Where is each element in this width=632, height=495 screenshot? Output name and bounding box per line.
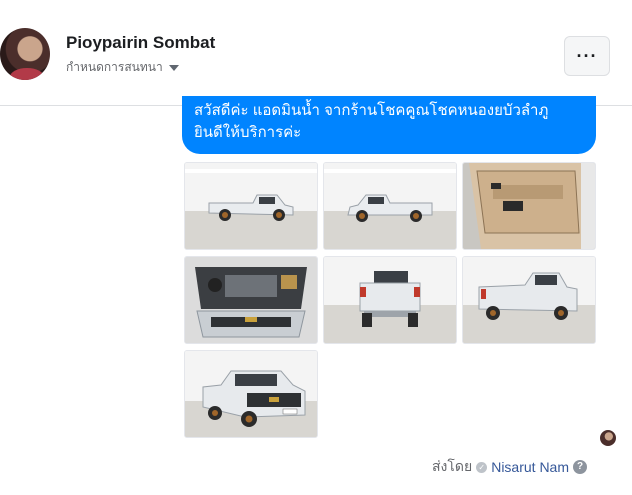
photo-door-interior[interactable] (462, 162, 596, 250)
more-options-button[interactable]: ··· (564, 36, 610, 76)
pickup-rear-image (324, 257, 456, 343)
door-interior-image (463, 163, 595, 249)
message-line-1: สวัสดีค่ะ แอดมินน้ำ จากร้านโชคคูณโชคหนอง… (194, 102, 549, 119)
contact-name[interactable]: Pioypairin Sombat (66, 33, 215, 53)
message-line-2: ยินดีให้บริการค่ะ (194, 124, 302, 141)
photo-pickup-rear[interactable] (323, 256, 457, 344)
seen-receipt-avatar (600, 430, 616, 446)
conversation-settings[interactable]: กำหนดการสนทนา (66, 58, 179, 77)
verified-check-icon: ✓ (476, 461, 488, 473)
conversation-settings-label: กำหนดการสนทนา (66, 60, 163, 74)
sent-by-row: ส่งโดย ✓ Nisarut Nam ? (432, 456, 587, 478)
sent-by-label: ส่งโดย (432, 458, 473, 474)
help-icon[interactable]: ? (573, 460, 587, 474)
pickup-side-image (185, 163, 317, 249)
engine-bay-image (185, 257, 317, 343)
pickup-front-quarter-image (185, 351, 317, 437)
photo-pickup-front-quarter[interactable] (184, 350, 318, 438)
pickup-rear-quarter-image (463, 257, 595, 343)
photo-pickup-rear-quarter[interactable] (462, 256, 596, 344)
photo-engine-bay[interactable] (184, 256, 318, 344)
sender-name-link[interactable]: Nisarut Nam (491, 459, 569, 475)
caret-down-icon (168, 65, 179, 71)
conversation-header: Pioypairin Sombat กำหนดการสนทนา ··· (0, 0, 632, 106)
photo-pickup-side-2[interactable] (323, 162, 457, 250)
message-bubble[interactable]: สวัสดีค่ะ แอดมินน้ำ จากร้านโชคคูณโชคหนอง… (182, 96, 596, 154)
photo-pickup-side-1[interactable] (184, 162, 318, 250)
contact-avatar[interactable] (0, 28, 50, 80)
pickup-side-image (324, 163, 456, 249)
